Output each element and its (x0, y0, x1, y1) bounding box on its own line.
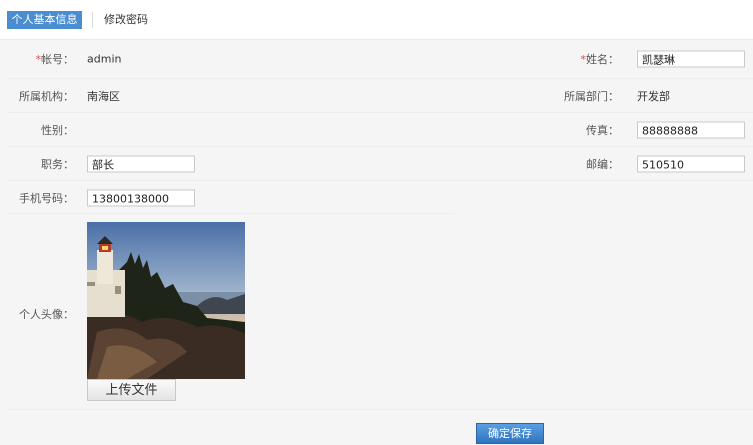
zip-input[interactable]: 510510 (637, 155, 745, 172)
dept-value: 开发部 (637, 89, 670, 103)
tab-divider (92, 12, 93, 28)
zip-label: 邮编： (586, 157, 619, 171)
dept-label: 所属部门： (564, 89, 619, 103)
avatar-image (87, 222, 245, 379)
account-value: admin (87, 52, 122, 66)
profile-form: *帐号： admin *姓名： 凯瑟琳 所属机构： 南海区 所属部门： 开发部 … (7, 40, 753, 410)
name-label: *姓名： (580, 53, 620, 66)
form-row-mobile: 手机号码： 13800138000 (7, 181, 753, 214)
position-label: 职务： (41, 157, 74, 171)
name-input[interactable]: 凯瑟琳 (637, 50, 745, 68)
position-input[interactable]: 部长 (87, 155, 195, 172)
form-row-position: 职务： 部长 邮编： 510510 (7, 147, 753, 181)
form-row-gender: 性别： 传真： 88888888 (7, 113, 753, 147)
gender-label: 性别： (41, 123, 74, 137)
tab-change-password[interactable]: 修改密码 (104, 11, 148, 29)
fax-input[interactable]: 88888888 (637, 121, 745, 138)
form-row-account: *帐号： admin *姓名： 凯瑟琳 (7, 40, 753, 79)
tab-personal-info[interactable]: 个人基本信息 (7, 11, 82, 29)
mobile-label: 手机号码： (19, 191, 74, 205)
save-button[interactable]: 确定保存 (476, 423, 544, 444)
avatar-label: 个人头像： (19, 308, 74, 321)
org-label: 所属机构： (19, 89, 74, 103)
account-label: *帐号： (35, 53, 75, 66)
mobile-input[interactable]: 13800138000 (87, 189, 195, 206)
tab-bar: 个人基本信息 修改密码 (0, 0, 753, 40)
form-row-org: 所属机构： 南海区 所属部门： 开发部 (7, 79, 753, 113)
org-value: 南海区 (87, 89, 120, 103)
upload-file-button[interactable]: 上传文件 (87, 379, 176, 401)
fax-label: 传真： (586, 123, 619, 137)
lighthouse-photo (87, 222, 245, 379)
form-row-avatar: 个人头像： 上传文件 (7, 214, 753, 410)
